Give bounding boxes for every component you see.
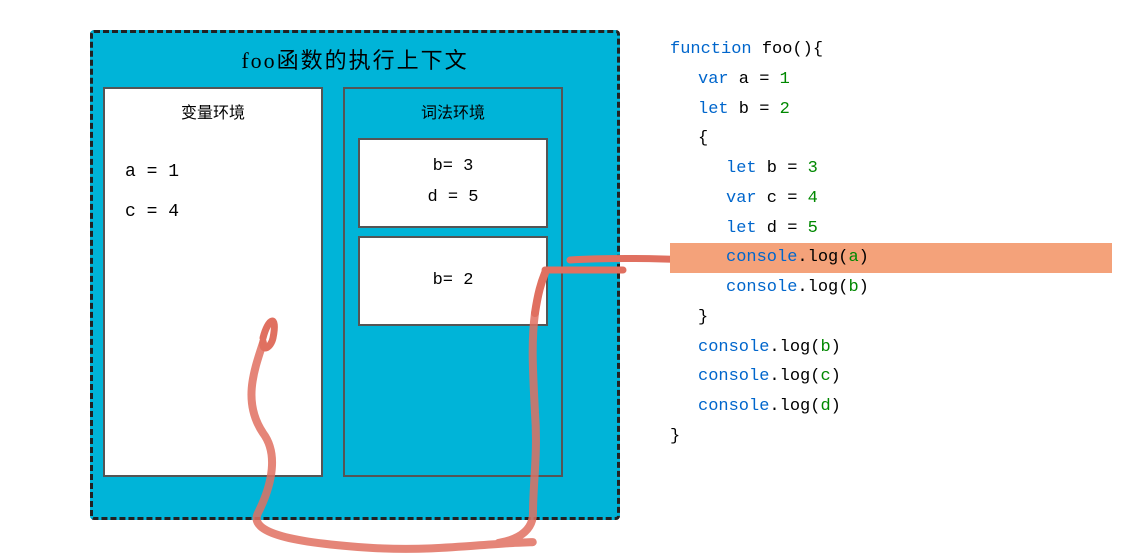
code-line-l2: var a = 1 — [670, 65, 1112, 95]
code-line-l10: } — [670, 303, 1112, 333]
main-container: foo函数的执行上下文 变量环境 a = 1 c = 4 词法环境 b= 3d … — [0, 0, 1142, 557]
outer-title: foo函数的执行上下文 — [103, 43, 607, 75]
code-line-l14: } — [670, 422, 1112, 452]
code-line-l3: let b = 2 — [670, 95, 1112, 125]
code-block: function foo(){var a = 1let b = 2{let b … — [670, 35, 1112, 452]
inner-boxes-row: 变量环境 a = 1 c = 4 词法环境 b= 3d = 5 b= 2 — [103, 87, 607, 477]
code-line-l13: console.log(d) — [670, 392, 1112, 422]
lexical-box2-content: b= 2 — [433, 266, 474, 297]
lexical-inner-box-1: b= 3d = 5 — [358, 138, 548, 228]
code-line-l1: function foo(){ — [670, 35, 1112, 65]
lexical-env-box: 词法环境 b= 3d = 5 b= 2 — [343, 87, 563, 477]
var-content: a = 1 c = 4 — [115, 138, 311, 247]
code-line-l6: var c = 4 — [670, 184, 1112, 214]
code-line-l9: console.log(b) — [670, 273, 1112, 303]
diagram-area: foo函数的执行上下文 变量环境 a = 1 c = 4 词法环境 b= 3d … — [10, 30, 650, 540]
lexical-env-label: 词法环境 — [355, 99, 551, 123]
var-entry-a: a = 1 — [125, 153, 301, 193]
code-line-l5: let b = 3 — [670, 154, 1112, 184]
code-line-l4: { — [670, 124, 1112, 154]
lexical-box1-content: b= 3d = 5 — [427, 152, 478, 213]
variable-env-label: 变量环境 — [115, 99, 311, 123]
outer-box: foo函数的执行上下文 变量环境 a = 1 c = 4 词法环境 b= 3d … — [90, 30, 620, 520]
code-line-l11: console.log(b) — [670, 333, 1112, 363]
code-area: function foo(){var a = 1let b = 2{let b … — [650, 20, 1132, 467]
var-entry-c: c = 4 — [125, 193, 301, 233]
code-line-l8: console.log(a) — [670, 243, 1112, 273]
variable-env-box: 变量环境 a = 1 c = 4 — [103, 87, 323, 477]
code-line-l12: console.log(c) — [670, 362, 1112, 392]
lexical-inner-box-2: b= 2 — [358, 236, 548, 326]
code-line-l7: let d = 5 — [670, 214, 1112, 244]
